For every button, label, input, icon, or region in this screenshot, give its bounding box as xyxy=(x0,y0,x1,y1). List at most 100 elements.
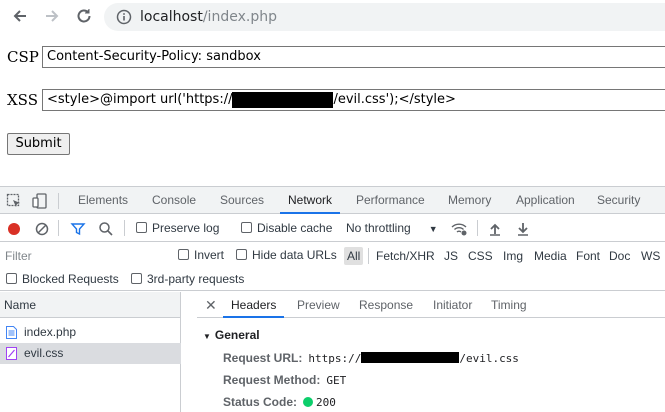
redacted-host xyxy=(361,352,460,363)
request-url-label: Request URL: xyxy=(223,351,303,365)
type-filter-img[interactable]: Img xyxy=(500,247,526,265)
document-file-icon xyxy=(6,326,17,339)
triangle-down-icon: ▼ xyxy=(203,332,211,341)
request-name: evil.css xyxy=(24,346,64,360)
tab-response[interactable]: Response xyxy=(359,292,413,318)
devtools-panel: Elements Console Sources Network Perform… xyxy=(0,186,665,412)
request-row-index-php[interactable]: index.php xyxy=(0,322,181,343)
reload-button[interactable] xyxy=(70,2,98,30)
hide-data-urls-checkbox[interactable]: Hide data URLs xyxy=(236,248,337,262)
separator xyxy=(477,220,478,236)
tab-performance[interactable]: Performance xyxy=(356,187,425,214)
type-filter-css[interactable]: CSS xyxy=(465,247,496,265)
third-party-label: 3rd-party requests xyxy=(147,272,245,286)
blocked-requests-checkbox[interactable]: Blocked Requests xyxy=(6,272,119,286)
import-har-icon[interactable] xyxy=(487,221,503,237)
separator xyxy=(58,220,59,236)
filter-input[interactable]: Filter xyxy=(3,246,163,266)
devtools-tabbar: Elements Console Sources Network Perform… xyxy=(0,187,665,214)
request-details-pane: ✕ Headers Preview Response Initiator Tim… xyxy=(197,292,665,412)
type-filter-ws[interactable]: WS xyxy=(638,247,663,265)
name-column-header[interactable]: Name xyxy=(0,292,180,318)
xss-value-prefix: <style>@import url('https:// xyxy=(47,92,233,107)
submit-button[interactable]: Submit xyxy=(7,133,70,155)
status-code-value: 200 xyxy=(316,396,336,409)
separator xyxy=(124,220,125,236)
type-filter-doc[interactable]: Doc xyxy=(606,247,633,265)
reload-icon xyxy=(77,9,91,23)
url-host: localhost xyxy=(140,9,203,25)
preserve-log-checkbox[interactable]: Preserve log xyxy=(136,221,219,235)
network-conditions-icon[interactable] xyxy=(451,221,467,237)
request-method-label: Request Method: xyxy=(223,373,321,387)
inspect-element-icon[interactable] xyxy=(6,193,22,209)
tab-preview[interactable]: Preview xyxy=(297,292,340,318)
invert-checkbox[interactable]: Invert xyxy=(178,248,224,262)
type-filter-js[interactable]: JS xyxy=(441,247,461,265)
chevron-down-icon: ▼ xyxy=(428,224,438,234)
forward-button[interactable] xyxy=(38,2,66,30)
csp-label: CSP xyxy=(7,48,39,66)
disable-cache-checkbox[interactable]: Disable cache xyxy=(241,221,332,235)
separator xyxy=(58,193,59,209)
preserve-log-label: Preserve log xyxy=(152,221,220,235)
network-toolbar: Preserve log Disable cache No throttling… xyxy=(0,215,665,242)
search-icon[interactable] xyxy=(98,221,114,237)
xss-input[interactable]: <style>@import url('https:// /evil.css');… xyxy=(42,89,665,111)
redacted-host xyxy=(232,92,334,108)
request-url-value: https:// /evil.css xyxy=(308,352,519,365)
filter-bar: Filter Invert Hide data URLs All Fetch/X… xyxy=(0,243,665,291)
back-button[interactable] xyxy=(6,2,34,30)
throttling-select[interactable]: No throttling ▼ xyxy=(346,221,438,235)
clear-icon[interactable] xyxy=(34,221,50,237)
hide-data-urls-label: Hide data URLs xyxy=(252,248,337,262)
request-row-evil-css[interactable]: evil.css xyxy=(0,343,181,364)
third-party-checkbox[interactable]: 3rd-party requests xyxy=(131,272,244,286)
requests-pane: Name index.php evil.css xyxy=(0,292,181,412)
throttling-value: No throttling xyxy=(346,221,411,235)
blocked-requests-label: Blocked Requests xyxy=(22,272,119,286)
request-url-suffix: /evil.css xyxy=(459,352,519,365)
page-content: CSP Content-Security-Policy: sandbox XSS… xyxy=(0,34,665,186)
forward-arrow-icon xyxy=(46,10,59,22)
type-filter-all[interactable]: All xyxy=(344,247,364,265)
checkbox-box xyxy=(131,273,142,284)
general-section-title: General xyxy=(214,328,260,342)
checkbox-box xyxy=(178,249,189,260)
close-icon[interactable]: ✕ xyxy=(205,297,217,314)
address-bar[interactable]: localhost/index.php xyxy=(104,3,665,31)
browser-toolbar: localhost/index.php xyxy=(0,0,665,34)
stylesheet-file-icon xyxy=(6,347,17,360)
status-code-row: Status Code: 200 xyxy=(223,395,336,409)
tab-initiator[interactable]: Initiator xyxy=(433,292,472,318)
request-url-prefix: https:// xyxy=(308,352,362,365)
tab-security[interactable]: Security xyxy=(597,187,640,214)
record-icon[interactable] xyxy=(6,221,22,237)
tab-application[interactable]: Application xyxy=(516,187,575,214)
tab-headers[interactable]: Headers xyxy=(223,292,285,318)
tab-sources[interactable]: Sources xyxy=(220,187,264,214)
xss-value-suffix: /evil.css');</style> xyxy=(333,92,456,107)
tab-elements[interactable]: Elements xyxy=(78,187,128,214)
csp-input[interactable]: Content-Security-Policy: sandbox xyxy=(42,46,665,68)
xss-label: XSS xyxy=(7,91,38,109)
checkbox-box xyxy=(6,273,17,284)
info-icon[interactable] xyxy=(116,9,132,25)
general-section-toggle[interactable]: ▼ General xyxy=(203,328,260,342)
filter-icon[interactable] xyxy=(70,221,86,237)
details-tabbar: ✕ Headers Preview Response Initiator Tim… xyxy=(197,292,665,318)
disable-cache-label: Disable cache xyxy=(257,221,333,235)
checkbox-box xyxy=(136,222,147,233)
tab-network[interactable]: Network xyxy=(280,187,341,214)
type-filter-media[interactable]: Media xyxy=(531,247,570,265)
type-filter-font[interactable]: Font xyxy=(573,247,603,265)
tab-memory[interactable]: Memory xyxy=(448,187,491,214)
request-method-row: Request Method: GET xyxy=(223,373,346,387)
request-url-row: Request URL: https:// /evil.css xyxy=(223,351,519,365)
tab-console[interactable]: Console xyxy=(152,187,196,214)
invert-label: Invert xyxy=(194,248,225,262)
tab-timing[interactable]: Timing xyxy=(491,292,527,318)
type-filter-fetch-xhr[interactable]: Fetch/XHR xyxy=(373,247,438,265)
device-toolbar-icon[interactable] xyxy=(32,193,48,209)
export-har-icon[interactable] xyxy=(515,221,531,237)
